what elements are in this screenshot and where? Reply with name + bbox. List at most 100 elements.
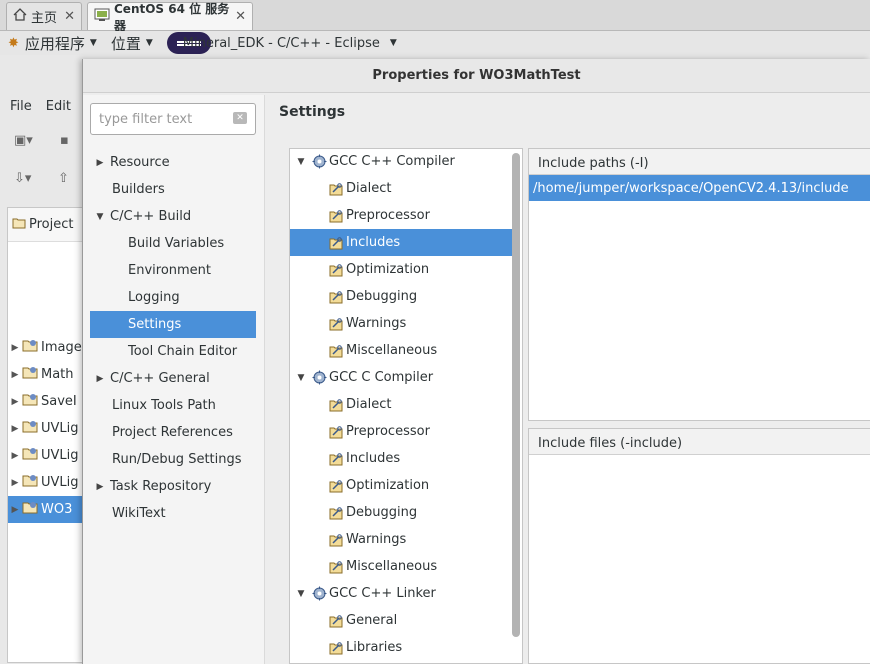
nav-item-label: Environment — [128, 263, 212, 278]
nav-item-tool-chain-editor[interactable]: Tool Chain Editor — [90, 338, 256, 365]
nav-item-run-debug-settings[interactable]: Run/Debug Settings — [90, 446, 256, 473]
new-icon[interactable]: ▣▾ — [14, 133, 33, 148]
project-row[interactable]: ▶ SaveI — [8, 388, 86, 415]
filter-input[interactable] — [99, 111, 227, 127]
tool-group[interactable]: ▼ GCC C++ Linker — [290, 580, 512, 607]
tool-option-icon — [329, 641, 343, 655]
nav-item-settings[interactable]: Settings — [90, 311, 256, 338]
tool-option-icon — [329, 236, 343, 250]
project-label: SaveI — [41, 394, 77, 409]
collapse-icon[interactable]: ▼ — [290, 157, 312, 167]
nav-item-label: Builders — [112, 182, 165, 197]
tool-option[interactable]: Libraries — [290, 634, 512, 661]
close-icon[interactable]: ✕ — [64, 9, 75, 24]
tree-scrollbar[interactable] — [512, 153, 520, 637]
collapse-icon[interactable]: ▼ — [290, 373, 312, 383]
project-label: UVLig — [41, 421, 79, 436]
expand-arrow-icon[interactable]: ▶ — [8, 478, 22, 488]
tool-option[interactable]: Includes — [290, 229, 512, 256]
expand-icon[interactable]: ▶ — [90, 158, 110, 168]
applications-menu[interactable]: ✸ 应用程序 ▼ — [8, 33, 97, 54]
nav-item-label: Settings — [128, 317, 182, 332]
project-row[interactable]: ▶ Math — [8, 361, 86, 388]
tool-option[interactable]: Miscellaneous — [290, 337, 512, 364]
project-folder-icon — [22, 501, 38, 518]
project-label: UVLig — [41, 475, 79, 490]
import-icon[interactable]: ⇩▾ — [14, 171, 31, 186]
expand-arrow-icon[interactable]: ▶ — [8, 370, 22, 380]
nav-item-logging[interactable]: Logging — [90, 284, 256, 311]
tool-option[interactable]: Preprocessor — [290, 202, 512, 229]
nav-item-project-references[interactable]: Project References — [90, 419, 256, 446]
tab-home[interactable]: 主页 ✕ — [6, 2, 82, 30]
tab-centos[interactable]: CentOS 64 位 服务器 ✕ — [87, 2, 253, 33]
tool-group[interactable]: ▼ GCC C++ Compiler — [290, 149, 512, 175]
project-row[interactable]: ▶ Image — [8, 334, 86, 361]
project-row[interactable]: ▶ UVLig — [8, 415, 86, 442]
nav-item-resource[interactable]: ▶ Resource — [90, 149, 256, 176]
project-row[interactable]: ▶ UVLig — [8, 469, 86, 496]
expand-arrow-icon[interactable]: ▶ — [8, 451, 22, 461]
tool-option[interactable]: Preprocessor — [290, 418, 512, 445]
project-row[interactable]: ▶ UVLig — [8, 442, 86, 469]
tool-settings-tree: ▼ GCC C++ Compiler Dialect Preprocessor Incl… — [289, 148, 523, 664]
menu-edit[interactable]: Edit — [46, 99, 71, 119]
tool-option[interactable]: Includes — [290, 445, 512, 472]
nav-item-linux-tools-path[interactable]: Linux Tools Path — [90, 392, 256, 419]
chevron-down-icon: ▼ — [89, 38, 97, 48]
tool-option-icon — [329, 425, 343, 439]
window-menu[interactable]: Mineral_EDK - C/C++ - Eclipse ▼ — [166, 32, 397, 54]
properties-dialog: Properties for WO3MathTest ✕ ▶Resource Bu… — [82, 59, 870, 664]
tool-label: Warnings — [346, 316, 407, 331]
project-label: WO3 — [41, 502, 73, 517]
applications-label: 应用程序 — [24, 34, 85, 53]
include-path-entry[interactable]: /home/jumper/workspace/OpenCV2.4.13/incl… — [529, 175, 870, 201]
tool-option-icon — [329, 290, 343, 304]
export-icon[interactable]: ⇧ — [58, 171, 69, 186]
expand-arrow-icon[interactable]: ▶ — [8, 397, 22, 407]
nav-item-label: Tool Chain Editor — [128, 344, 238, 359]
places-menu[interactable]: 位置 ▼ — [111, 33, 153, 54]
nav-item-wikitext[interactable]: WikiText — [90, 500, 256, 527]
tool-group[interactable]: ▼ GCC C Compiler — [290, 364, 512, 391]
nav-item-task-repository[interactable]: ▶ Task Repository — [90, 473, 256, 500]
clear-icon[interactable]: ✕ — [233, 112, 247, 124]
project-label: UVLig — [41, 448, 79, 463]
collapse-icon[interactable]: ▼ — [290, 589, 312, 599]
tool-option[interactable]: Debugging — [290, 499, 512, 526]
explorer-header[interactable]: Project — [8, 208, 86, 242]
tool-option[interactable]: Dialect — [290, 391, 512, 418]
collapse-icon[interactable]: ▼ — [90, 212, 110, 222]
project-explorer: Project ▶ Image ▶ Math ▶ SaveI ▶ UVLig ▶ UVLig ▶ UV… — [7, 207, 87, 663]
menu-file[interactable]: File — [10, 99, 32, 119]
tool-option[interactable]: Miscellaneous — [290, 553, 512, 580]
expand-arrow-icon[interactable]: ▶ — [8, 343, 22, 353]
folder-icon — [12, 217, 26, 233]
tool-option[interactable]: Debugging — [290, 283, 512, 310]
tool-option[interactable]: Dialect — [290, 175, 512, 202]
filter-field[interactable]: ✕ — [90, 103, 256, 135]
tool-option[interactable]: Optimization — [290, 256, 512, 283]
nav-item-c-c-build[interactable]: ▼ C/C++ Build — [90, 203, 256, 230]
save-icon[interactable]: ▪ — [60, 133, 69, 148]
nav-item-environment[interactable]: Environment — [90, 257, 256, 284]
nav-item-builders[interactable]: Builders — [90, 176, 256, 203]
vm-icon — [94, 8, 110, 25]
tool-label: Debugging — [346, 505, 418, 520]
nav-item-c-c-general[interactable]: ▶ C/C++ General — [90, 365, 256, 392]
tool-option[interactable]: Warnings — [290, 526, 512, 553]
expand-arrow-icon[interactable]: ▶ — [8, 424, 22, 434]
expand-icon[interactable]: ▶ — [90, 482, 110, 492]
menu-bar: File Edit — [0, 99, 71, 119]
project-folder-icon — [22, 366, 38, 383]
expand-arrow-icon[interactable]: ▶ — [8, 505, 22, 515]
nav-item-label: C/C++ General — [110, 371, 210, 386]
tool-option[interactable]: Optimization — [290, 472, 512, 499]
dialog-title: Properties for WO3MathTest — [83, 59, 870, 93]
project-row[interactable]: ▶ WO3 — [8, 496, 86, 523]
expand-icon[interactable]: ▶ — [90, 374, 110, 384]
close-icon[interactable]: ✕ — [235, 9, 246, 24]
tool-option[interactable]: General — [290, 607, 512, 634]
nav-item-build-variables[interactable]: Build Variables — [90, 230, 256, 257]
tool-option[interactable]: Warnings — [290, 310, 512, 337]
